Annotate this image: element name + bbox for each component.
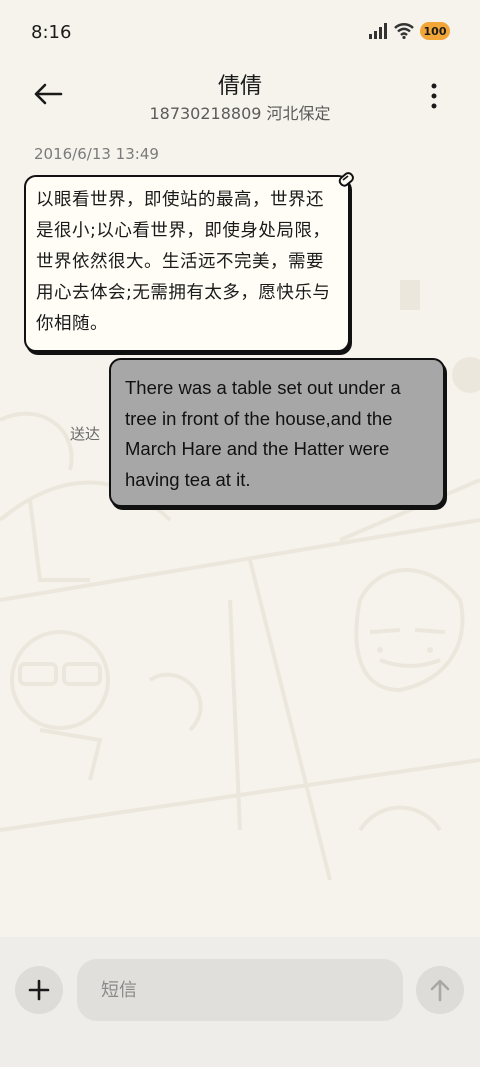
signal-icon xyxy=(369,23,387,39)
paperclip-icon xyxy=(338,172,354,187)
send-button[interactable] xyxy=(416,966,464,1014)
battery-level: 100 xyxy=(423,24,447,38)
contact-name: 倩倩 xyxy=(217,74,262,99)
status-bar: 8:16 100 xyxy=(0,0,480,64)
status-icons: 100 xyxy=(368,22,450,40)
incoming-message-text: 以眼看世界，即使站的最高，世界还是很小;以心看世界，即使身处局限，世界依然很大。… xyxy=(36,190,331,334)
wifi-icon xyxy=(394,23,414,39)
outgoing-message-text: There was a table set out under a tree i… xyxy=(125,377,401,490)
contact-subtitle: 18730218809 河北保定 xyxy=(149,104,331,123)
more-options-button[interactable] xyxy=(424,82,444,110)
message-input[interactable] xyxy=(77,959,403,1021)
plus-icon xyxy=(28,979,50,1001)
composer-bar xyxy=(0,937,480,1067)
battery-icon: 100 xyxy=(420,22,450,40)
attach-button[interactable] xyxy=(15,966,63,1014)
message-timestamp: 2016/6/13 13:49 xyxy=(34,145,159,163)
delivery-status: 送达 xyxy=(70,425,101,443)
conversation-header: 倩倩 18730218809 河北保定 xyxy=(0,64,480,136)
status-time: 8:16 xyxy=(31,22,72,43)
more-vertical-icon xyxy=(431,83,437,109)
send-arrow-icon xyxy=(430,979,450,1002)
incoming-message-bubble[interactable]: 以眼看世界，即使站的最高，世界还是很小;以心看世界，即使身处局限，世界依然很大。… xyxy=(24,172,354,352)
outgoing-message-bubble[interactable]: There was a table set out under a tree i… xyxy=(109,358,445,507)
